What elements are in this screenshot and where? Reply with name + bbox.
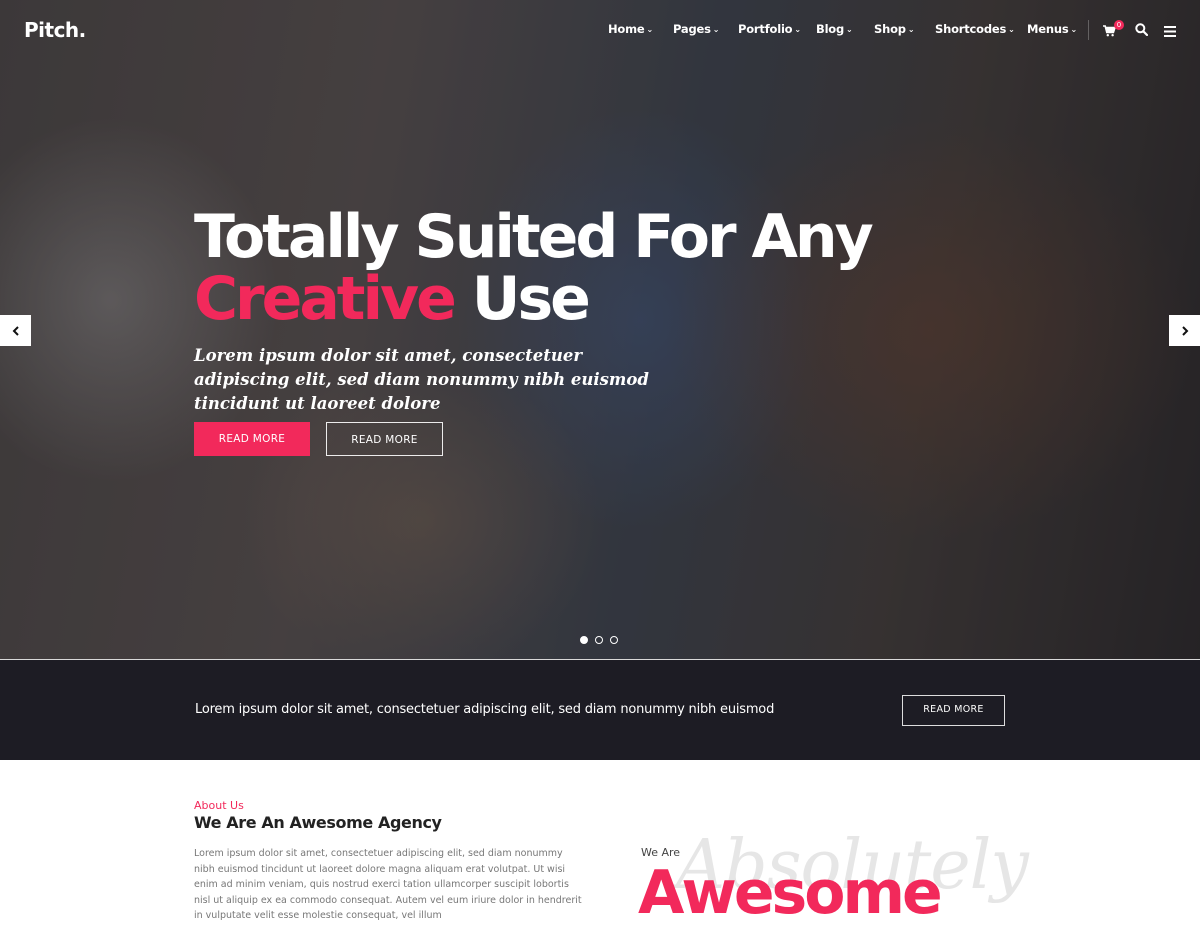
- nav-label: Home: [608, 22, 645, 36]
- cart-count-badge: 0: [1114, 20, 1124, 30]
- slider-dot-1[interactable]: [580, 636, 588, 644]
- about-kicker: About Us: [194, 799, 244, 812]
- about-heading: We Are An Awesome Agency: [194, 813, 442, 832]
- nav-label: Shop: [874, 22, 906, 36]
- nav-item-blog[interactable]: Blog ⌄: [816, 22, 853, 36]
- slider-dot-2[interactable]: [595, 636, 603, 644]
- hero-title-accent-word: Creative: [194, 264, 457, 334]
- nav-divider: [1088, 20, 1089, 40]
- chevron-down-icon: ⌄: [1070, 25, 1077, 34]
- hero-title-rest: Use: [453, 264, 591, 334]
- about-big-word: Awesome: [638, 858, 943, 928]
- hero-subtitle: Lorem ipsum dolor sit amet, consectetuer…: [194, 346, 649, 413]
- slider-prev-button[interactable]: [0, 315, 31, 346]
- nav-label: Portfolio: [738, 22, 793, 36]
- chevron-right-icon: [1181, 325, 1188, 336]
- hero-title-line-2: Creative Use: [194, 264, 591, 334]
- nav-item-menus[interactable]: Menus ⌄: [1027, 22, 1077, 36]
- about-body-text: Lorem ipsum dolor sit amet, consectetuer…: [194, 848, 582, 921]
- chevron-down-icon: ⌄: [794, 25, 801, 34]
- nav-label: Shortcodes: [935, 22, 1007, 36]
- chevron-down-icon: ⌄: [907, 25, 915, 34]
- nav-item-shop[interactable]: Shop ⌄: [874, 22, 915, 36]
- nav-label: Menus: [1027, 22, 1069, 36]
- cta-text: Lorem ipsum dolor sit amet, consectetuer…: [195, 702, 775, 717]
- chevron-down-icon: ⌄: [712, 25, 720, 34]
- chevron-down-icon: ⌄: [646, 25, 654, 34]
- menu-icon[interactable]: [1164, 24, 1176, 42]
- hero-read-more-outline-button[interactable]: READ MORE: [326, 422, 443, 456]
- nav-item-portfolio[interactable]: Portfolio ⌄: [738, 22, 801, 36]
- slider-dot-3[interactable]: [610, 636, 618, 644]
- chevron-down-icon: ⌄: [846, 25, 853, 34]
- chevron-down-icon: ⌄: [1008, 25, 1015, 34]
- nav-label: Pages: [673, 22, 711, 36]
- chevron-left-icon: [12, 325, 19, 336]
- nav-item-home[interactable]: Home ⌄: [608, 22, 653, 36]
- main-nav: Home ⌄ Pages ⌄ Portfolio ⌄ Blog ⌄ Shop ⌄ Shor…: [0, 22, 1200, 38]
- nav-label: Blog: [816, 22, 845, 36]
- search-icon[interactable]: [1135, 23, 1149, 41]
- hero-title-line-1: Totally Suited For Any: [194, 202, 874, 272]
- slider-next-button[interactable]: [1169, 315, 1200, 346]
- cta-read-more-button[interactable]: READ MORE: [902, 695, 1005, 726]
- cta-band: Lorem ipsum dolor sit amet, consectetuer…: [0, 660, 1200, 760]
- nav-item-shortcodes[interactable]: Shortcodes ⌄: [935, 22, 1015, 36]
- hero-background-photo: [0, 0, 1200, 660]
- hero-read-more-button[interactable]: READ MORE: [194, 422, 310, 456]
- nav-item-pages[interactable]: Pages ⌄: [673, 22, 719, 36]
- hero-slider: Pitch. Home ⌄ Pages ⌄ Portfolio ⌄ Blog ⌄ Sho…: [0, 0, 1200, 660]
